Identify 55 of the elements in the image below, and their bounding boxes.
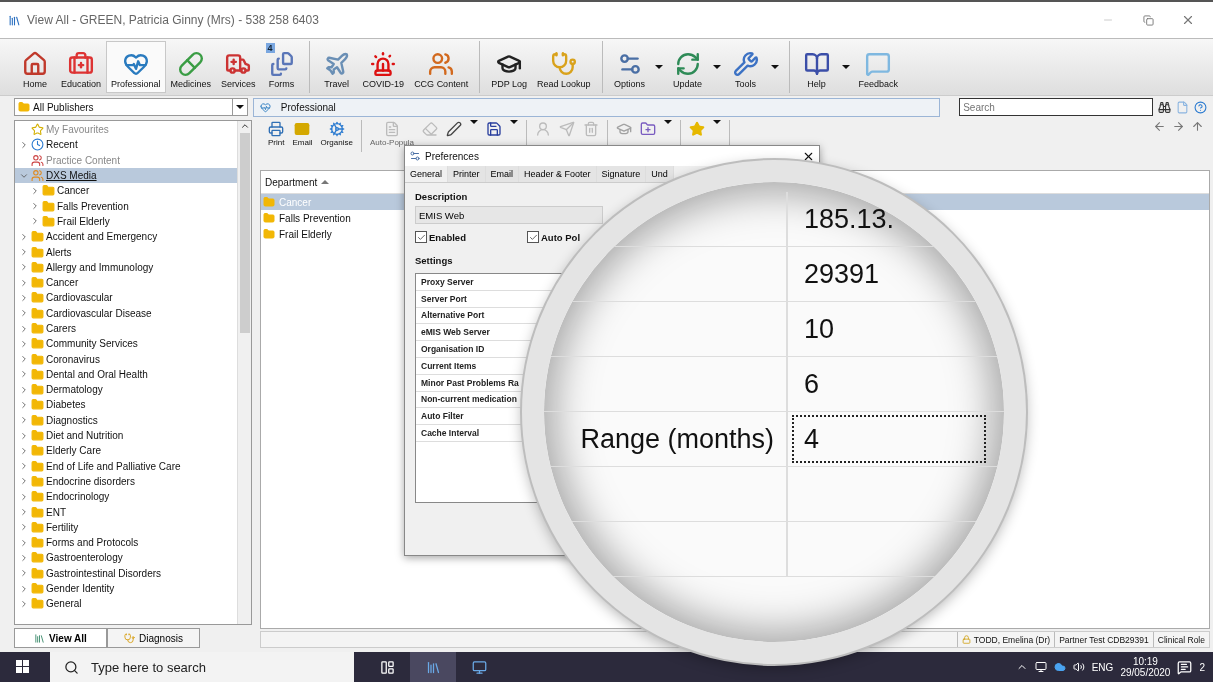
tree-item-label: Fertility bbox=[46, 521, 79, 533]
window-title: View All - GREEN, Patricia Ginny (Mrs) - 538 258 6403 bbox=[27, 13, 320, 27]
tree-item-label: Cardiovascular bbox=[46, 292, 113, 304]
tree-item-label: Falls Prevention bbox=[57, 200, 129, 212]
tree-item-label: Accident and Emergency bbox=[46, 231, 158, 243]
tree-item-label: Gastrointestinal Disorders bbox=[46, 567, 162, 579]
tree-item-label: Alerts bbox=[46, 246, 72, 258]
clock-time: 10:19 bbox=[1132, 656, 1158, 667]
status-cell: Partner Test CDB29391 bbox=[1054, 632, 1153, 647]
tree-item-label: Dermatology bbox=[46, 384, 103, 396]
tree-item-label: Community Services bbox=[46, 338, 138, 350]
tree-item-label: Elderly Care bbox=[46, 445, 102, 457]
tree-item-label: General bbox=[46, 598, 82, 610]
tree-item-label: Frail Elderly bbox=[57, 215, 110, 227]
magnified-value: 4 bbox=[792, 415, 986, 463]
magnified-value: 185.13. bbox=[803, 202, 896, 236]
tree-item-label: Cardiovascular Disease bbox=[46, 307, 152, 319]
clock-date: 29/05/2020 bbox=[1120, 667, 1171, 678]
settings-label: Settings bbox=[415, 255, 454, 266]
tree-item-label: Forms and Protocols bbox=[46, 537, 139, 549]
tree-item-label: Diagnostics bbox=[46, 414, 98, 426]
tree-item-label: My Favourites bbox=[46, 124, 109, 136]
tree-item-label: Coronavirus bbox=[46, 353, 100, 365]
count-badge: 4 bbox=[265, 43, 275, 53]
list-row-label: Falls Prevention bbox=[279, 212, 351, 224]
checkbox-label: Auto Pol bbox=[541, 231, 581, 243]
status-cell: Clinical Role bbox=[1152, 632, 1209, 647]
magnified-value: 29391 bbox=[803, 257, 881, 291]
tree-item-label: Diet and Nutrition bbox=[46, 430, 124, 442]
tree-item-label: Cancer bbox=[46, 277, 79, 289]
magnified-value: 6 bbox=[803, 367, 821, 401]
list-row-label: Cancer bbox=[279, 196, 312, 208]
tree-item-label: ENT bbox=[46, 506, 66, 518]
breadcrumb-label: Professional bbox=[280, 101, 336, 113]
tree-item-label: Carers bbox=[46, 323, 76, 334]
tree-item-label: Gender Identity bbox=[46, 583, 115, 595]
tree-item-label: Cancer bbox=[57, 185, 90, 197]
notification-count: 2 bbox=[1199, 661, 1205, 673]
tree-item-label: Allergy and Immunology bbox=[46, 261, 154, 273]
tree-item-label: Diabetes bbox=[46, 399, 86, 411]
tree-item-label: Dental and Oral Health bbox=[46, 368, 148, 380]
tree-item-label: Gastroenterology bbox=[46, 552, 123, 564]
magnified-label: Range (months) bbox=[580, 423, 774, 455]
tree-item-label: Practice Content bbox=[46, 154, 120, 166]
magnified-value: 10 bbox=[803, 312, 836, 346]
select-value: All Publishers bbox=[33, 101, 95, 113]
tree-item-label: Recent bbox=[46, 139, 78, 151]
tree-item-label: Endocrine disorders bbox=[46, 475, 135, 487]
tree-item-label: Endocrinology bbox=[46, 491, 110, 503]
description-label: Description bbox=[415, 191, 469, 202]
checkbox-label: Enabled bbox=[429, 231, 466, 243]
list-row-label: Frail Elderly bbox=[279, 228, 332, 240]
tree-item-label: End of Life and Palliative Care bbox=[46, 460, 181, 472]
tree-item-label: DXS Media bbox=[46, 170, 97, 182]
dialog-title: Preferences bbox=[425, 150, 480, 162]
